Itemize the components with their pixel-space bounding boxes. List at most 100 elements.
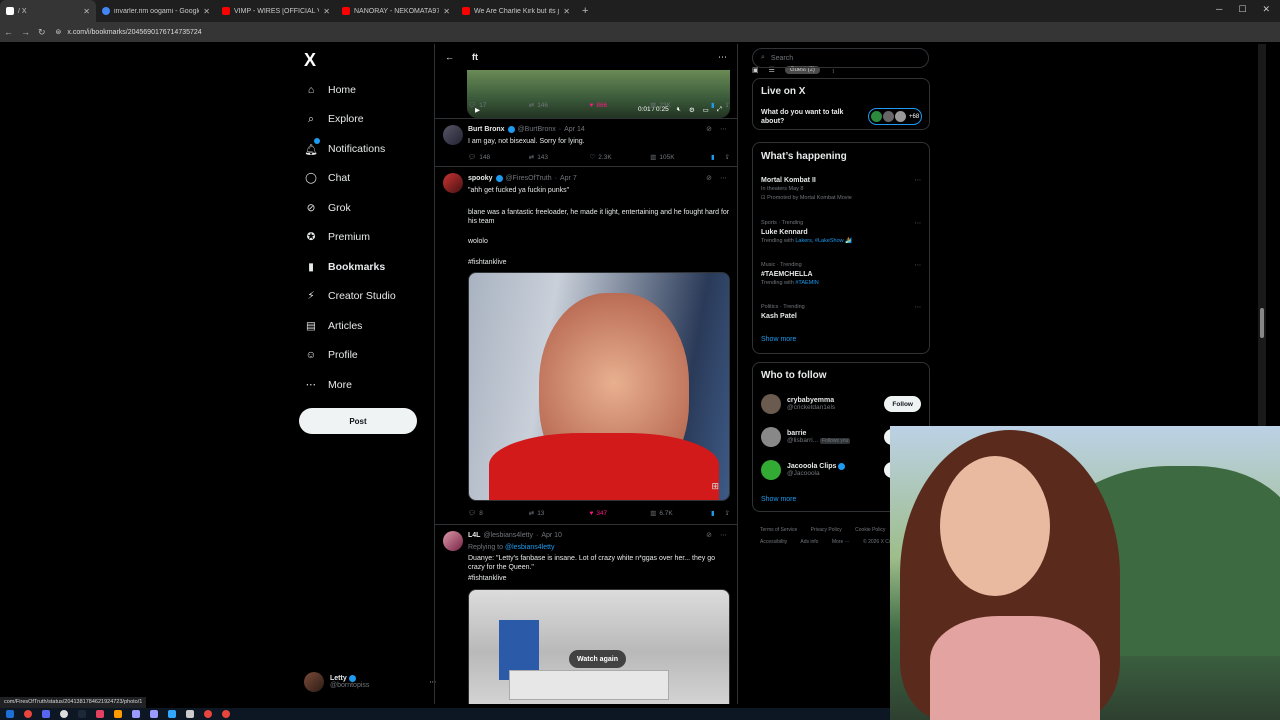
nav-item-grok[interactable]: ⊘ Grok: [304, 200, 351, 216]
author-name[interactable]: Burt Bronx: [468, 126, 505, 133]
bookmark-icon[interactable]: ▮: [711, 509, 715, 517]
illustrator-icon[interactable]: [114, 710, 122, 718]
trend-more-icon[interactable]: ⋯: [915, 303, 922, 312]
trend-more-icon[interactable]: ⋯: [915, 176, 922, 185]
tweet-photo[interactable]: ⊞: [468, 272, 730, 501]
trend-more-icon[interactable]: ⋯: [915, 261, 922, 270]
tweet-video[interactable]: Watch again: [468, 589, 730, 704]
chrome-icon[interactable]: [24, 710, 32, 718]
author-handle[interactable]: @lesbians4letty: [483, 532, 533, 539]
trend-related-links[interactable]: #TAEMIN: [795, 280, 818, 286]
tweet-date[interactable]: Apr 7: [560, 175, 577, 182]
trend-item[interactable]: Music · Trending #TAEMCHELLA Trending wi…: [761, 261, 921, 288]
steam-icon[interactable]: [78, 710, 86, 718]
close-tab-icon[interactable]: ✕: [443, 7, 450, 16]
tweet[interactable]: L4L @lesbians4letty · Apr 10 ⊘ ⋯ Replying…: [435, 524, 737, 704]
avatar[interactable]: [443, 173, 463, 193]
account-switcher[interactable]: Letty @borntopiss ⋯: [304, 672, 436, 692]
trend-item[interactable]: Sports · Trending Luke Kennard Trending …: [761, 219, 921, 246]
footer-link[interactable]: Cookie Policy: [855, 527, 885, 533]
url-text[interactable]: x.com/i/bookmarks/2045690176714735724: [67, 29, 201, 36]
share-icon[interactable]: ⇪: [725, 153, 730, 161]
maximize-icon[interactable]: ☐: [1238, 4, 1246, 15]
bookmark-icon[interactable]: ▮: [711, 153, 715, 161]
search-input[interactable]: ⌕ Search: [752, 48, 929, 68]
tweet[interactable]: spooky @FiresOfTruth · Apr 7 ⊘ ⋯ "ahh get…: [435, 166, 737, 524]
reply-button[interactable]: 💬︎ 8: [468, 509, 529, 518]
nav-item-creator-studio[interactable]: ⚡ Creator Studio: [304, 288, 395, 304]
views-button[interactable]: ▥ 23K: [650, 101, 711, 110]
author-name[interactable]: L4L: [468, 532, 480, 539]
live-prompt[interactable]: What do you want to talk about?: [761, 108, 861, 126]
tweet[interactable]: Burt Bronx @BurtBronx · Apr 14 ⊘ ⋯ I am g…: [435, 118, 737, 166]
browser-tab-x[interactable]: / X ✕: [0, 0, 96, 22]
nav-item-notifications[interactable]: 🔔︎ Notifications: [304, 138, 385, 157]
obs-icon[interactable]: [60, 710, 68, 718]
nav-item-home[interactable]: ⌂ Home: [304, 82, 356, 98]
discord-icon[interactable]: [42, 710, 50, 718]
replying-to-link[interactable]: @lesbians4letty: [505, 544, 555, 551]
chrome-icon[interactable]: [222, 710, 230, 718]
trend-item[interactable]: Politics · Trending Kash Patel ⋯: [761, 303, 921, 321]
app-icon[interactable]: [186, 710, 194, 718]
site-info-icon[interactable]: ⊜: [56, 28, 62, 36]
close-tab-icon[interactable]: ✕: [203, 7, 210, 16]
footer-link[interactable]: More ···: [832, 539, 850, 545]
share-icon[interactable]: ⇪: [725, 509, 730, 517]
live-avatars-button[interactable]: +68: [868, 108, 922, 125]
repost-button[interactable]: ⇄ 146: [529, 101, 590, 110]
grok-icon[interactable]: ⊘: [706, 125, 712, 133]
hashtag-link[interactable]: #fishtanklive: [468, 574, 730, 583]
reply-button[interactable]: 💬︎ 148: [468, 153, 529, 162]
show-more-link[interactable]: Show more: [761, 496, 796, 503]
tweet-date[interactable]: Apr 10: [541, 532, 562, 539]
avatar[interactable]: [443, 531, 463, 551]
tweet-date[interactable]: Apr 14: [564, 126, 585, 133]
footer-link[interactable]: Terms of Service: [760, 527, 797, 533]
more-options-icon[interactable]: ⋯: [718, 52, 727, 63]
trend-item[interactable]: Mortal Kombat II In theaters May 8 ⊡ Pro…: [761, 176, 921, 203]
nav-item-articles[interactable]: ▤ Articles: [304, 318, 362, 334]
grok-icon[interactable]: ⊘: [706, 174, 712, 182]
nav-item-bookmarks[interactable]: ▮ Bookmarks: [304, 259, 385, 275]
footer-link[interactable]: Accessibility: [760, 539, 787, 545]
hashtag-link[interactable]: #fishtanklive: [468, 258, 730, 267]
instagram-icon[interactable]: [96, 710, 104, 718]
follow-suggestion[interactable]: crybabyemma @cricketdan1els Follow: [761, 392, 929, 416]
scrollbar-thumb[interactable]: [1260, 308, 1264, 338]
minimize-icon[interactable]: ─: [1216, 4, 1222, 15]
like-button[interactable]: ♥ 866: [589, 102, 650, 109]
browser-tab-youtube-3[interactable]: We Are Charlie Kirk but its jazz ✕: [456, 0, 576, 22]
like-button[interactable]: ♥ 347: [589, 510, 650, 517]
like-button[interactable]: ♡ 2.3K: [589, 153, 650, 162]
browser-tab-google[interactable]: invarler.rim oogami - Google Search ✕: [96, 0, 216, 22]
nav-item-premium[interactable]: ✪ Premium: [304, 229, 370, 245]
start-icon[interactable]: [6, 710, 14, 718]
close-tab-icon[interactable]: ✕: [83, 7, 90, 16]
author-handle[interactable]: @BurtBronx: [518, 126, 556, 133]
reload-icon[interactable]: ↻: [38, 27, 46, 38]
follow-button[interactable]: Follow: [884, 396, 921, 412]
forward-icon[interactable]: →: [21, 27, 30, 38]
x-logo[interactable]: X: [304, 50, 316, 71]
watch-again-button[interactable]: Watch again: [569, 650, 626, 668]
more-icon[interactable]: ⋯: [720, 531, 727, 539]
grok-icon[interactable]: ⊘: [706, 531, 712, 539]
reply-button[interactable]: 💬︎ 17: [468, 101, 529, 110]
new-tab-icon[interactable]: +: [582, 5, 588, 17]
author-name[interactable]: spooky: [468, 175, 493, 182]
more-icon[interactable]: ⋯: [720, 125, 727, 133]
nav-item-chat[interactable]: ◯ Chat: [304, 170, 350, 186]
video-player[interactable]: ▶ 0:01 / 0:25 🔇︎ ⚙ ▭ ⤢: [467, 70, 730, 118]
grok-image-icon[interactable]: ⊞: [711, 481, 719, 492]
photoshop-icon[interactable]: [168, 710, 176, 718]
repost-button[interactable]: ⇄ 143: [529, 153, 590, 162]
browser-tab-youtube-2[interactable]: NANORAY - NEKOMATA97 - YouTube ✕: [336, 0, 456, 22]
more-icon[interactable]: ⋯: [720, 174, 727, 182]
show-more-link[interactable]: Show more: [761, 336, 796, 343]
after-effects-icon[interactable]: [132, 710, 140, 718]
address-bar[interactable]: ⊜ x.com/i/bookmarks/2045690176714735724: [56, 28, 202, 37]
chrome-icon[interactable]: [204, 710, 212, 718]
browser-tab-youtube-1[interactable]: VIMP - WIRES [OFFICIAL VIDEO] ✕: [216, 0, 336, 22]
close-tab-icon[interactable]: ✕: [563, 7, 570, 16]
